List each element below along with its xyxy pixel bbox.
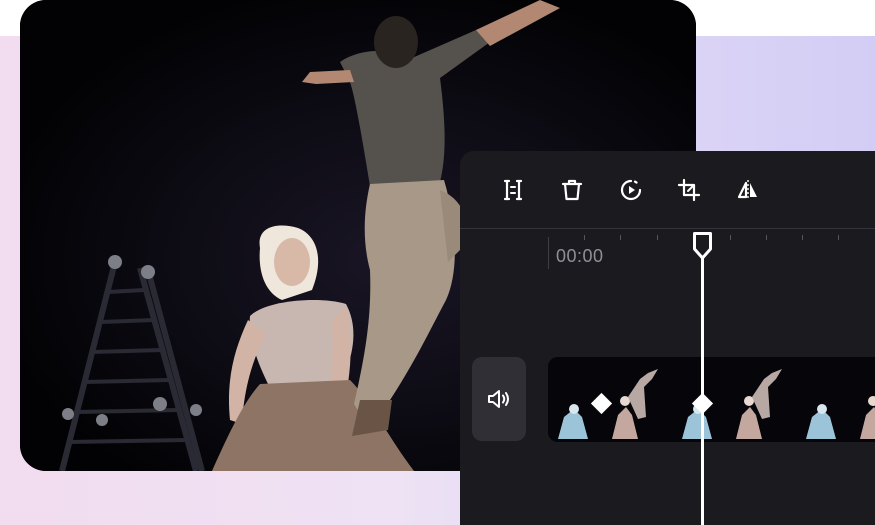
flip-icon <box>737 180 757 200</box>
crop-icon <box>677 178 701 202</box>
timeline-ruler <box>460 229 875 275</box>
playhead-icon <box>693 232 712 260</box>
speed-button[interactable] <box>614 173 648 207</box>
timecode-label: 00:00 <box>556 246 604 266</box>
speed-icon <box>620 179 642 201</box>
ruler-tick <box>584 235 585 240</box>
editor-panel: 00:00 <box>460 151 875 525</box>
ruler-tick <box>838 235 839 240</box>
editor-toolbar <box>460 151 875 229</box>
flip-button[interactable] <box>731 173 765 207</box>
crop-button[interactable] <box>672 173 706 207</box>
split-button[interactable] <box>496 173 530 207</box>
volume-icon <box>488 390 509 408</box>
volume-button[interactable] <box>472 357 526 441</box>
ruler-tick <box>657 235 658 240</box>
playhead-handle[interactable] <box>692 231 713 266</box>
ruler-tick <box>730 235 731 240</box>
ruler-tick <box>766 235 767 240</box>
split-icon <box>503 179 523 201</box>
ruler-tick <box>620 235 621 240</box>
trash-icon <box>561 179 583 201</box>
ruler-tick <box>548 237 549 269</box>
ruler-tick <box>802 235 803 240</box>
delete-button[interactable] <box>555 173 589 207</box>
playhead-line <box>701 255 704 525</box>
